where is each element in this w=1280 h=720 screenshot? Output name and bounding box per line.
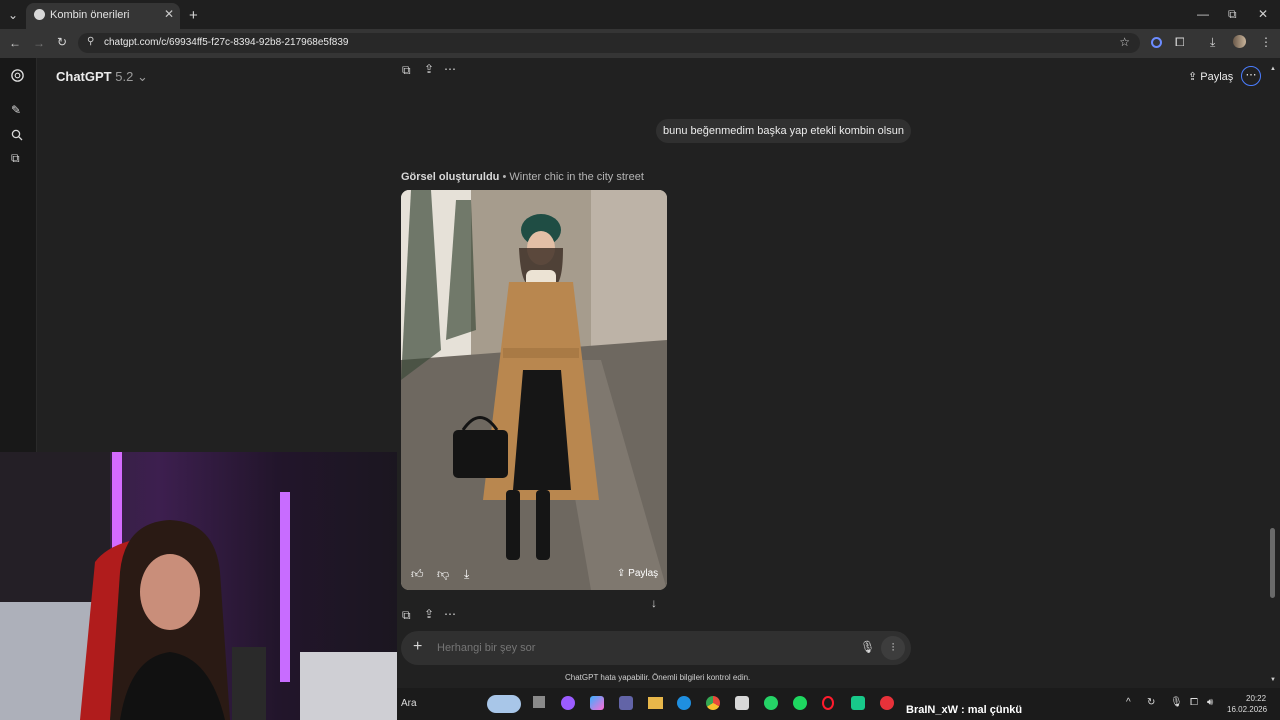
downloads-icon[interactable]: ⤓ <box>1210 36 1215 48</box>
app-icon-1[interactable] <box>561 696 575 710</box>
clock-date[interactable]: 16.02.2026 <box>1227 705 1267 714</box>
minimize-icon[interactable]: — <box>1197 7 1209 21</box>
profile-avatar[interactable] <box>1233 35 1246 48</box>
app-icon-3[interactable] <box>880 696 894 710</box>
task-view-icon[interactable] <box>533 696 545 708</box>
chatgpt-logo-icon[interactable] <box>10 68 25 88</box>
browser-tab[interactable]: Kombin önerileri ✕ <box>26 3 180 29</box>
store-icon[interactable] <box>735 696 749 710</box>
url-text: chatgpt.com/c/69934ff5-f27c-8394-92b8-21… <box>104 37 349 48</box>
edge-icon[interactable] <box>677 696 691 710</box>
close-tab-icon[interactable]: ✕ <box>164 7 174 21</box>
more-options-button[interactable]: ⋯ <box>1241 66 1261 86</box>
thumbs-down-icon[interactable]: 👎︎ <box>437 568 449 580</box>
extensions-puzzle-icon[interactable]: ⧠ <box>1175 36 1185 48</box>
share-icon: ⇪ <box>617 568 626 579</box>
scroll-down-icon[interactable]: ▼ <box>1270 677 1276 683</box>
model-selector[interactable]: ChatGPT 5.2 ⌄ <box>56 69 148 85</box>
image-share-label: Paylaş <box>628 568 659 579</box>
model-name: ChatGPT <box>56 69 112 84</box>
upload-icon[interactable]: ⇪ <box>424 63 434 75</box>
stream-chat-overlay: BraIN_xW : mal çünkü <box>906 704 1023 716</box>
mic-icon[interactable]: 🎙︎ <box>860 640 875 654</box>
copy-icon[interactable]: ⧉ <box>402 609 411 621</box>
copy-icon[interactable]: ⧉ <box>402 64 411 76</box>
chevron-down-icon: ⌄ <box>136 69 148 84</box>
clock-time[interactable]: 20:22 <box>1246 694 1266 703</box>
share-label: Paylaş <box>1200 71 1234 83</box>
spotify-icon[interactable] <box>793 696 807 710</box>
share-button[interactable]: ⇪ Paylaş <box>1188 70 1233 83</box>
bookmark-star-icon[interactable]: ☆ <box>1119 35 1130 49</box>
taskbar: Ara BraIN_xW : mal çünkü ^ ↻ 🎙︎ ⧠ 🔊︎ 20:… <box>397 688 1280 720</box>
upload-icon[interactable]: ⇪ <box>424 608 434 620</box>
new-chat-icon[interactable]: ✎ <box>11 104 21 116</box>
image-meta: Görsel oluşturuldu • Winter chic in the … <box>401 171 644 183</box>
close-window-icon[interactable]: ✕ <box>1258 7 1268 21</box>
reload-icon[interactable]: ↻ <box>57 36 67 48</box>
mic-tray-icon[interactable]: 🎙︎ <box>1170 697 1183 708</box>
address-bar[interactable]: ⚲ chatgpt.com/c/69934ff5-f27c-8394-92b8-… <box>78 33 1140 53</box>
restore-icon[interactable]: ⧉ <box>1228 7 1237 22</box>
chrome-icon[interactable] <box>706 696 720 710</box>
image-share-button[interactable]: ⇪ Paylaş <box>617 568 658 579</box>
tray-chevron-icon[interactable]: ^ <box>1126 697 1131 708</box>
arrow-down-icon[interactable]: ↓ <box>651 597 657 609</box>
disclaimer: ChatGPT hata yapabilir. Önemli bilgileri… <box>565 673 751 682</box>
download-icon[interactable]: ⤓ <box>464 568 469 580</box>
more-icon[interactable]: ⋯ <box>444 63 456 75</box>
generated-image[interactable]: 👍︎ 👎︎ ⤓ ⇪ Paylaş <box>401 190 667 590</box>
composer: + 🎙︎ ⫶ <box>401 631 911 665</box>
whatsapp-icon[interactable] <box>764 696 778 710</box>
scroll-up-icon[interactable]: ▲ <box>1270 66 1276 72</box>
scrollbar-thumb[interactable] <box>1270 528 1275 598</box>
plus-icon[interactable]: + <box>413 638 422 656</box>
prompt-input[interactable] <box>435 638 819 658</box>
sidebar-rail <box>0 58 37 452</box>
webcam-feed <box>0 452 397 720</box>
browser-menu-icon[interactable]: ⋮ <box>1260 36 1272 48</box>
more-icon[interactable]: ⋯ <box>444 608 456 620</box>
webcam-overlay <box>0 452 397 720</box>
generated-image-art <box>401 190 667 590</box>
image-status: Görsel oluşturuldu <box>401 171 500 183</box>
thumbs-up-icon[interactable]: 👍︎ <box>411 568 424 580</box>
taskbar-search[interactable]: Ara <box>401 698 417 709</box>
favicon-icon <box>34 9 45 20</box>
app-icon-2[interactable] <box>851 696 865 710</box>
opera-icon[interactable] <box>822 696 834 710</box>
scrollbar[interactable]: ▲ ▼ <box>1268 66 1276 686</box>
voice-icon[interactable]: ⫶ <box>881 636 905 660</box>
network-icon[interactable]: ⧠ <box>1190 697 1198 708</box>
extension-icon[interactable] <box>1151 37 1162 48</box>
share-icon: ⇪ <box>1188 71 1198 83</box>
volume-icon[interactable]: 🔊︎ <box>1207 697 1213 708</box>
copilot-icon[interactable] <box>590 696 604 710</box>
sync-icon[interactable]: ↻ <box>1147 697 1155 708</box>
library-icon[interactable]: ⧉ <box>11 152 20 164</box>
file-explorer-icon[interactable] <box>648 697 663 709</box>
forward-icon[interactable]: → <box>33 37 45 49</box>
search-icon[interactable] <box>11 128 23 146</box>
search-highlight-icon[interactable] <box>487 695 521 713</box>
tab-search-icon[interactable]: ⌄ <box>8 9 18 21</box>
new-tab-icon[interactable]: + <box>189 8 198 23</box>
back-icon[interactable]: ← <box>9 37 21 49</box>
site-info-icon[interactable]: ⚲ <box>87 36 94 47</box>
teams-icon[interactable] <box>619 696 633 710</box>
model-version: 5.2 <box>115 69 134 84</box>
tab-title: Kombin önerileri <box>50 9 130 21</box>
image-caption: Winter chic in the city street <box>509 171 644 183</box>
user-message: bunu beğenmedim başka yap etekli kombin … <box>656 119 911 143</box>
